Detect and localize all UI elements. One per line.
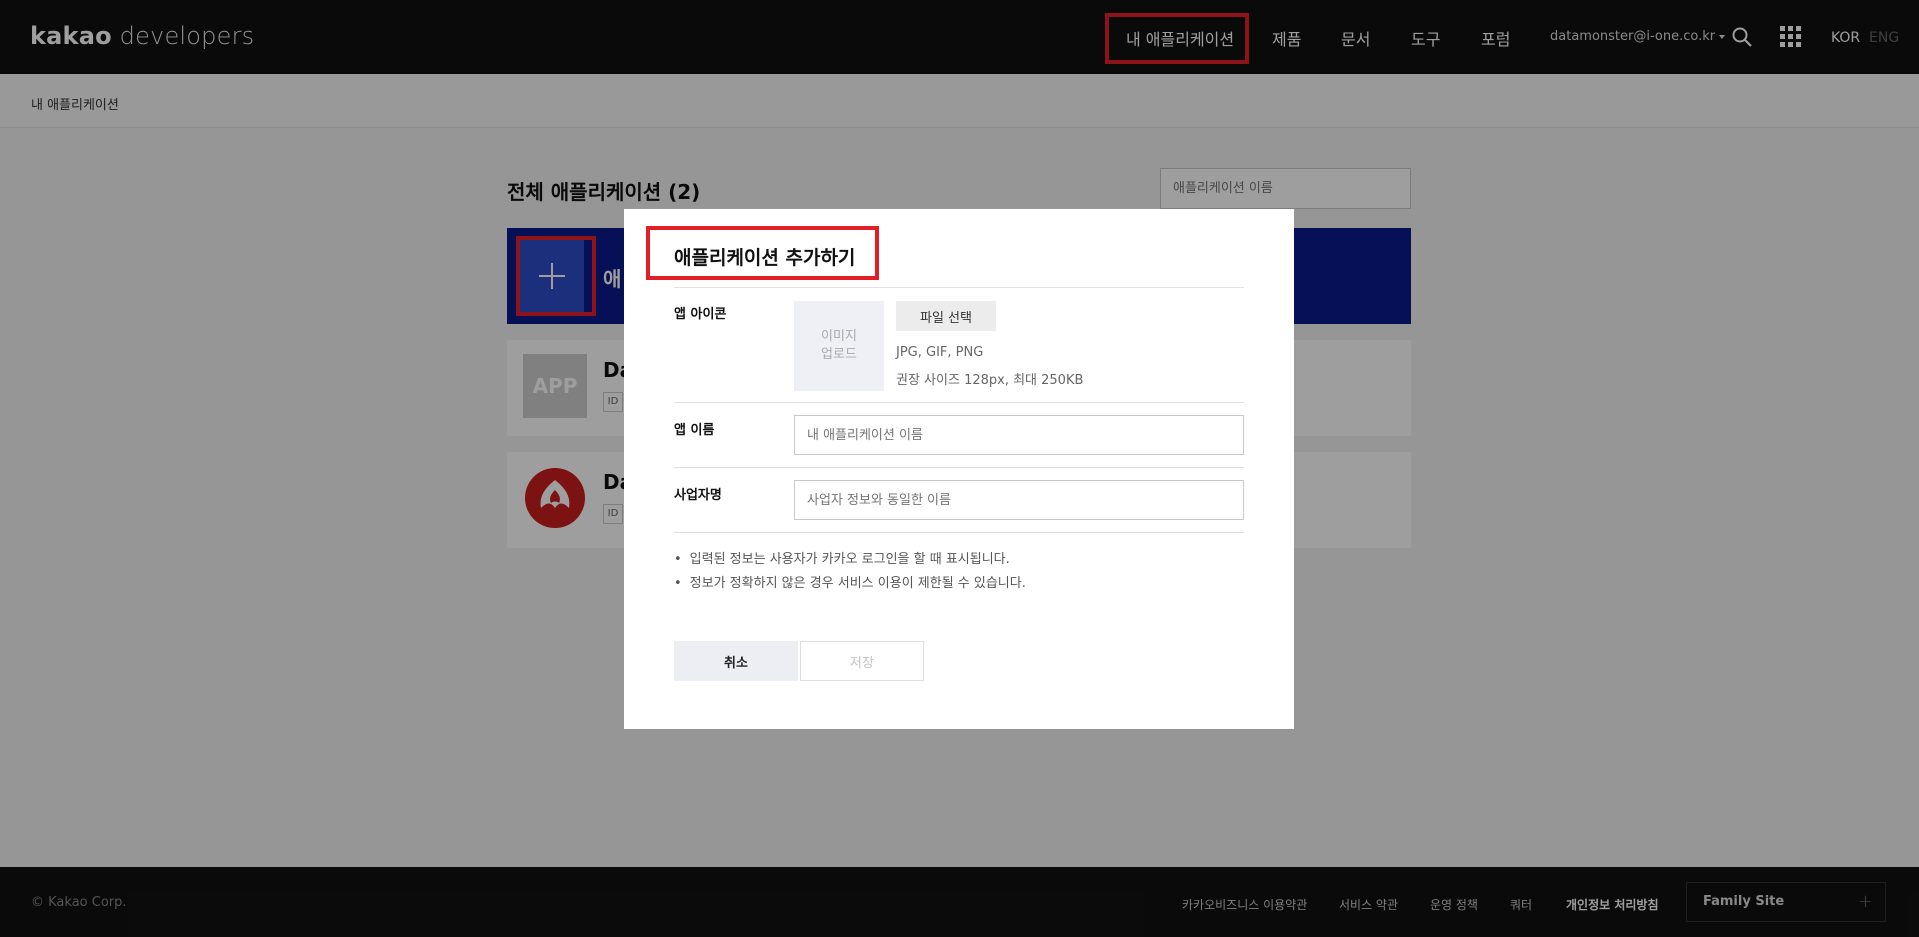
save-button[interactable]: 저장 — [800, 641, 924, 681]
file-select-button[interactable]: 파일 선택 — [896, 301, 996, 331]
info-note: 입력된 정보는 사용자가 카카오 로그인을 할 때 표시됩니다. — [674, 548, 1010, 567]
divider — [674, 402, 1244, 403]
company-name-label: 사업자명 — [674, 488, 722, 503]
divider — [674, 532, 1244, 533]
app-name-label: 앱 이름 — [674, 423, 715, 438]
company-name-input[interactable] — [794, 480, 1244, 520]
modal-title: 애플리케이션 추가하기 — [674, 247, 856, 269]
app-name-input[interactable] — [794, 415, 1244, 455]
file-format-hint: JPG, GIF, PNG — [896, 345, 984, 360]
add-application-modal: 애플리케이션 추가하기 앱 아이콘 이미지 업로드 파일 선택 JPG, GIF… — [624, 209, 1294, 729]
divider — [674, 467, 1244, 468]
upload-text-2: 업로드 — [821, 347, 857, 362]
cancel-button[interactable]: 취소 — [674, 641, 798, 681]
image-upload-box[interactable]: 이미지 업로드 — [794, 301, 884, 391]
info-note: 정보가 정확하지 않은 경우 서비스 이용이 제한될 수 있습니다. — [674, 572, 1026, 591]
divider — [674, 287, 1244, 288]
app-icon-label: 앱 아이콘 — [674, 307, 727, 322]
upload-text-1: 이미지 — [821, 329, 857, 344]
file-size-hint: 권장 사이즈 128px, 최대 250KB — [896, 373, 1084, 388]
